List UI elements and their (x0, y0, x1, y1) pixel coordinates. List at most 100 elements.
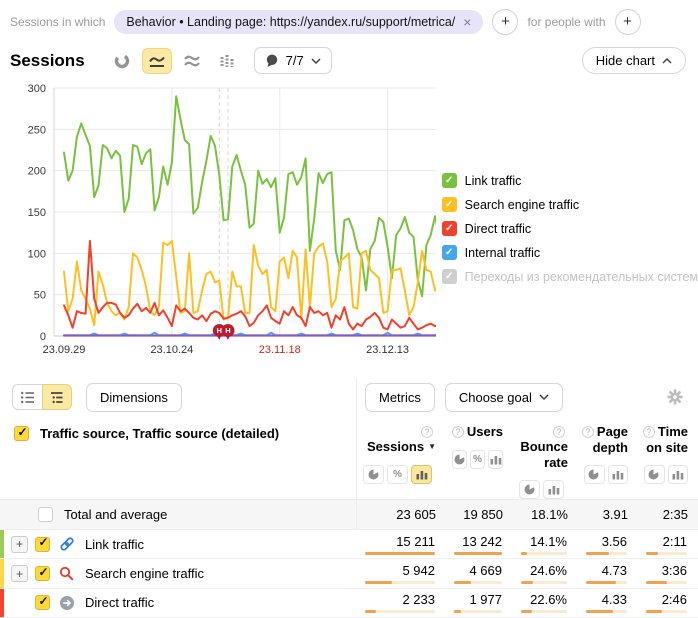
legend-checkbox[interactable]: ✓ (442, 173, 457, 188)
chart-type-line-button[interactable] (142, 48, 172, 74)
legend-item-label: Internal traffic (465, 246, 541, 260)
row-values: 5 9424 66924.6%4.733:36 (356, 559, 698, 587)
help-icon[interactable]: ? (452, 426, 464, 438)
legend-item[interactable]: ✓Link traffic (442, 173, 698, 188)
pie-icon (454, 454, 466, 465)
toggle-pie-button[interactable] (519, 480, 540, 499)
row-label: Search engine traffic (85, 566, 204, 581)
metric-bar-fill (521, 581, 533, 584)
line-chart-icon (148, 53, 166, 69)
toggle-bars-button[interactable] (488, 450, 503, 469)
check-icon: ✓ (445, 223, 453, 234)
segment-chip-label: Behavior • Landing page: https://yandex.… (126, 15, 455, 29)
add-session-condition-button[interactable]: + (492, 9, 518, 35)
dimension-checkbox[interactable]: ✓ (14, 426, 29, 441)
total-row-checkbox[interactable] (38, 507, 53, 522)
legend-checkbox[interactable]: ✓ (442, 197, 457, 212)
toggle-pie-button[interactable] (644, 465, 665, 484)
metric-bar-track (586, 610, 627, 613)
table-settings-button[interactable] (666, 388, 684, 406)
row-icon-wrap (59, 536, 75, 552)
list-view-button[interactable] (12, 384, 42, 410)
metric-bar-track (646, 552, 687, 555)
toggle-percent-button[interactable]: % (387, 465, 408, 484)
metric-bar-fill (365, 581, 392, 584)
column-chart-icon (218, 53, 236, 69)
segment-chip[interactable]: Behavior • Landing page: https://yandex.… (114, 10, 483, 34)
metric-bar-track (365, 552, 435, 555)
toggle-bars-button[interactable] (608, 465, 629, 484)
sessions-line-chart[interactable]: 05010015020025030023.09.2923.10.2423.11.… (4, 74, 436, 358)
choose-goal-button[interactable]: Choose goal (445, 383, 563, 412)
link-icon (59, 536, 75, 552)
total-value-cell: 18.1% (513, 500, 578, 529)
row-checkbox[interactable]: ✓ (35, 566, 50, 581)
chart-area: 05010015020025030023.09.2923.10.2423.11.… (0, 74, 698, 358)
tree-view-button[interactable] (42, 384, 72, 410)
check-icon: ✓ (445, 175, 453, 186)
svg-text:0: 0 (40, 331, 46, 343)
total-row-values: 23 60519 85018.1%3.912:35 (356, 500, 698, 529)
svg-text:50: 50 (34, 290, 46, 302)
toggle-bars-button[interactable] (411, 465, 432, 484)
metric-header[interactable]: ?Sessions▼ (359, 424, 436, 455)
metric-bar-fill (586, 552, 609, 555)
toggle-bars-button[interactable] (668, 465, 689, 484)
toggle-percent-button[interactable]: % (470, 450, 485, 469)
total-value-cell: 3.91 (578, 500, 638, 529)
chart-type-pie-button[interactable] (107, 48, 137, 74)
help-icon[interactable]: ? (421, 426, 433, 438)
legend-item[interactable]: ✓ Search engine traffic (442, 197, 698, 212)
metric-value: 5 942 (402, 563, 435, 578)
dimensions-button[interactable]: Dimensions (86, 383, 182, 412)
toggle-pie-button[interactable] (363, 465, 384, 484)
chart-type-columns-button[interactable] (212, 48, 242, 74)
legend-checkbox[interactable]: ✓ (442, 269, 457, 284)
legend-item[interactable]: ✓Direct traffic (442, 221, 698, 236)
metric-header[interactable]: ?Users (448, 424, 503, 440)
pie-icon (588, 469, 600, 480)
chevron-down-icon (311, 58, 321, 64)
metric-value-cell: 4.33 (577, 589, 637, 617)
legend-item[interactable]: ✓ Internal traffic (442, 245, 698, 260)
hide-chart-label: Hide chart (596, 53, 655, 68)
row-checkbox[interactable]: ✓ (35, 537, 50, 552)
page-title: Sessions (10, 51, 85, 71)
legend-checkbox[interactable]: ✓ (442, 245, 457, 260)
toggle-pie-button[interactable] (584, 465, 605, 484)
comment-balloon-icon (265, 54, 279, 68)
expand-button[interactable]: + (11, 565, 28, 582)
metric-value: 13 242 (462, 534, 502, 549)
metric-bar-fill (454, 581, 471, 584)
metric-value-cell: 2:11 (637, 530, 697, 558)
metric-header[interactable]: ?Time on site (640, 424, 688, 455)
row-label: Link traffic (85, 537, 144, 552)
metric-value-cell: 14.1% (512, 530, 577, 558)
metrics-button[interactable]: Metrics (365, 383, 435, 412)
metric-bar-track (521, 581, 567, 584)
metric-header[interactable]: ?Bounce rate (515, 424, 568, 470)
legend-item-label: Search engine traffic (465, 198, 579, 212)
legend-item[interactable]: ✓Переходы из рекомендательных систем (442, 269, 698, 284)
toggle-pie-button[interactable] (452, 450, 467, 469)
help-icon[interactable]: ? (643, 426, 655, 438)
hide-chart-button[interactable]: Hide chart (582, 47, 686, 74)
total-value: 3.91 (603, 507, 628, 522)
metric-header[interactable]: ?Page depth (580, 424, 628, 455)
metric-bar-fill (454, 552, 502, 555)
chart-type-stacked-button[interactable] (177, 48, 207, 74)
metric-value-cell: 1 977 (445, 589, 512, 617)
expand-button[interactable]: + (11, 536, 28, 553)
row-checkbox[interactable]: ✓ (35, 595, 50, 610)
choose-goal-label: Choose goal (459, 390, 532, 405)
chip-remove-icon[interactable]: × (463, 17, 471, 27)
help-icon[interactable]: ? (582, 426, 594, 438)
segments-dropdown[interactable]: 7/7 (254, 47, 332, 74)
add-people-condition-button[interactable]: + (615, 9, 641, 35)
help-icon[interactable]: ? (553, 426, 565, 438)
toggle-bars-button[interactable] (543, 480, 564, 499)
pie-icon (524, 484, 536, 495)
bars-icon (490, 454, 502, 465)
legend-checkbox[interactable]: ✓ (442, 221, 457, 236)
metric-bar-track (454, 610, 502, 613)
